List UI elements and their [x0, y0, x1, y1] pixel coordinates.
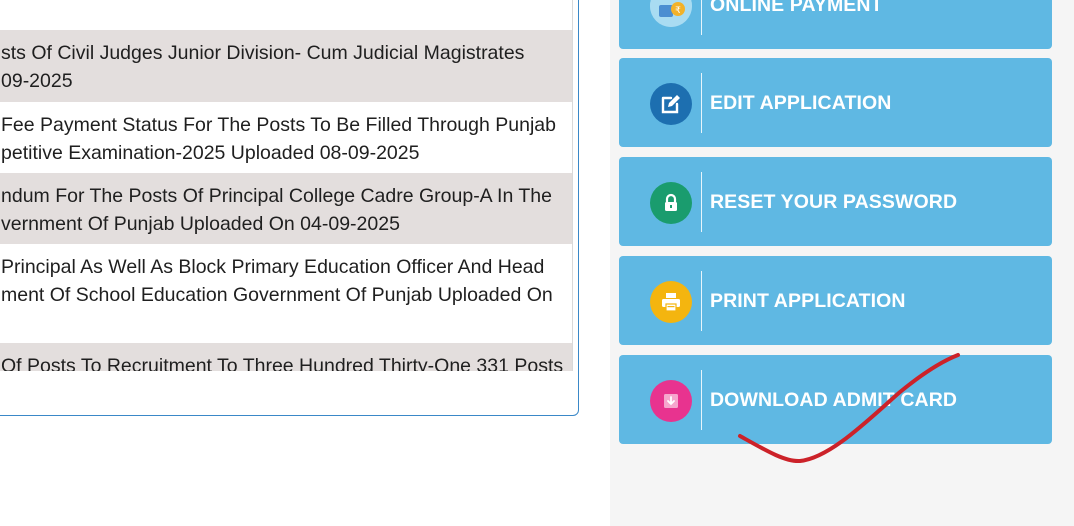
notice-line: ndum For The Posts Of Principal College … [1, 185, 552, 207]
print-application-button[interactable]: PRINT APPLICATION [619, 256, 1052, 345]
notice-line: Principal As Well As Block Primary Educa… [1, 256, 545, 278]
notices-scroll-edge [572, 0, 573, 371]
notice-line: 09-2025 [1, 70, 73, 92]
reset-password-label: RESET YOUR PASSWORD [710, 191, 958, 213]
svg-text:₹: ₹ [675, 6, 681, 16]
download-admit-card-label: DOWNLOAD ADMIT CARD [710, 389, 958, 411]
notices-panel: sts Of Civil Judges Junior Division- Cum… [0, 0, 579, 416]
notice-item-3[interactable]: ndum For The Posts Of Principal College … [0, 173, 573, 244]
button-divider [701, 73, 702, 133]
notice-item-5[interactable]: Of Posts To Recruitment To Three Hundred… [0, 343, 573, 371]
notice-item-1[interactable]: sts Of Civil Judges Junior Division- Cum… [0, 30, 573, 102]
edit-application-label: EDIT APPLICATION [710, 92, 892, 114]
notice-line: Of Posts To Recruitment To Three Hundred… [1, 355, 564, 371]
button-divider [701, 0, 702, 35]
download-admit-card-button[interactable]: DOWNLOAD ADMIT CARD [619, 355, 1052, 444]
printer-icon [650, 281, 692, 323]
notice-item-4[interactable]: Principal As Well As Block Primary Educa… [0, 244, 573, 343]
online-payment-button[interactable]: ₹ ONLINE PAYMENT [619, 0, 1052, 49]
download-icon [650, 380, 692, 422]
notice-line: vernment Of Punjab Uploaded On 04-09-202… [1, 213, 400, 235]
notice-line: petitive Examination-2025 Uploaded 08-09… [1, 142, 420, 164]
payment-icon: ₹ [650, 0, 692, 27]
quick-links-sidebar: ₹ ONLINE PAYMENT EDIT APPLICATION RESET … [610, 0, 1074, 526]
edit-icon [650, 83, 692, 125]
notice-line: sts Of Civil Judges Junior Division- Cum… [1, 42, 525, 64]
button-divider [701, 271, 702, 331]
reset-password-button[interactable]: RESET YOUR PASSWORD [619, 157, 1052, 246]
notices-list[interactable]: sts Of Civil Judges Junior Division- Cum… [0, 0, 573, 371]
online-payment-label: ONLINE PAYMENT [710, 0, 883, 16]
print-application-label: PRINT APPLICATION [710, 290, 906, 312]
lock-icon [650, 182, 692, 224]
button-divider [701, 370, 702, 430]
button-divider [701, 172, 702, 232]
notice-item-2[interactable]: Fee Payment Status For The Posts To Be F… [0, 102, 573, 173]
edit-application-button[interactable]: EDIT APPLICATION [619, 58, 1052, 147]
notice-line: Fee Payment Status For The Posts To Be F… [1, 114, 556, 136]
notice-line: ment Of School Education Government Of P… [1, 284, 553, 306]
